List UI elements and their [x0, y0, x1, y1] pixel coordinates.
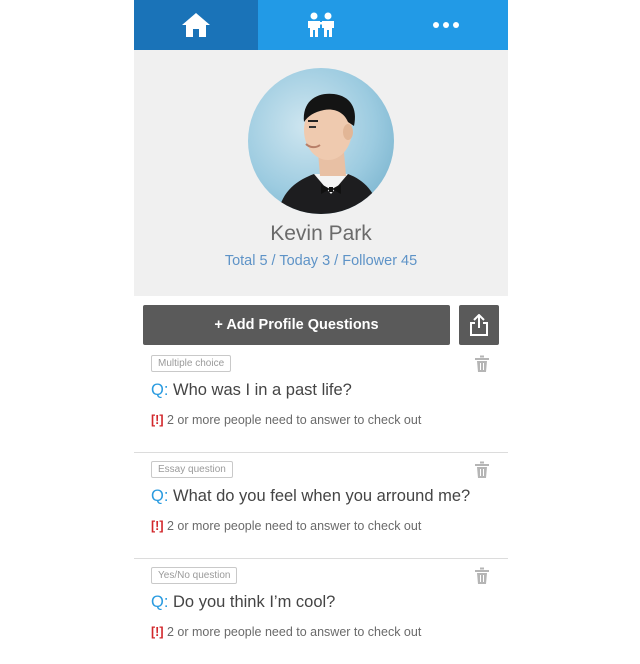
trash-icon[interactable]	[474, 567, 490, 585]
question-title: Do you think I’m cool?	[173, 593, 336, 611]
tab-more[interactable]	[383, 0, 508, 50]
question-note-text: 2 or more people need to answer to check…	[166, 519, 422, 533]
profile-header: Kevin Park Total 5 / Today 3 / Follower …	[134, 50, 508, 296]
question-note-text: 2 or more people need to answer to check…	[166, 413, 422, 427]
warning-marker: [!]	[151, 519, 164, 533]
more-icon	[432, 22, 459, 28]
share-button[interactable]	[459, 305, 499, 345]
question-title: What do you feel when you arround me?	[173, 487, 471, 505]
trash-icon[interactable]	[474, 461, 490, 479]
question-note: [!] 2 or more people need to answer to c…	[151, 519, 421, 533]
profile-stats: Total 5 / Today 3 / Follower 45	[224, 253, 418, 269]
app-screen: Kevin Park Total 5 / Today 3 / Follower …	[134, 0, 508, 662]
warning-marker: [!]	[151, 625, 164, 639]
question-card[interactable]: Yes/No question Q: Do you think I’m cool…	[134, 559, 508, 664]
add-profile-questions-button[interactable]: + Add Profile Questions	[143, 305, 450, 345]
question-text: Q: Who was I in a past life?	[151, 381, 352, 399]
warning-marker: [!]	[151, 413, 164, 427]
tab-friends[interactable]	[258, 0, 383, 50]
top-nav	[134, 0, 508, 50]
share-icon	[470, 314, 488, 336]
friends-icon	[307, 12, 334, 37]
question-title: Who was I in a past life?	[173, 381, 352, 399]
question-text: Q: Do you think I’m cool?	[151, 593, 336, 611]
question-card[interactable]: Multiple choice Q: Who was I in a past l…	[134, 347, 508, 453]
avatar-photo	[278, 93, 380, 214]
question-note: [!] 2 or more people need to answer to c…	[151, 413, 421, 427]
question-prefix: Q	[151, 487, 164, 505]
tab-home[interactable]	[134, 0, 258, 50]
question-card[interactable]: Essay question Q: What do you feel when …	[134, 453, 508, 559]
trash-icon[interactable]	[474, 355, 490, 373]
question-type-badge: Yes/No question	[151, 567, 238, 584]
question-note-text: 2 or more people need to answer to check…	[166, 625, 422, 639]
question-prefix: Q	[151, 381, 164, 399]
avatar[interactable]	[248, 68, 394, 214]
question-note: [!] 2 or more people need to answer to c…	[151, 625, 421, 639]
question-type-badge: Multiple choice	[151, 355, 232, 372]
question-text: Q: What do you feel when you arround me?	[151, 487, 471, 505]
home-icon	[182, 13, 210, 37]
profile-name: Kevin Park	[270, 222, 372, 245]
question-prefix: Q	[151, 593, 164, 611]
question-type-badge: Essay question	[151, 461, 233, 478]
